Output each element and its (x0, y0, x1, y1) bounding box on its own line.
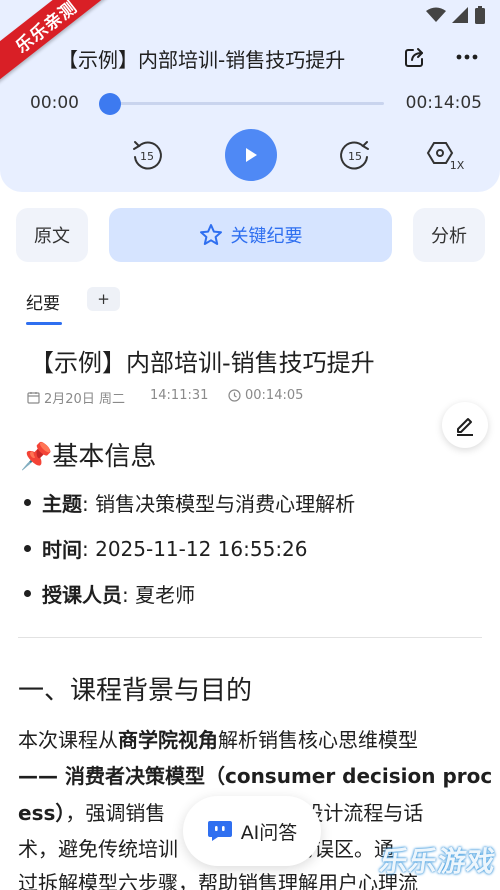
subtab-summary[interactable]: 纪要 (26, 289, 60, 314)
bullet-value: : 销售决策模型与消费心理解析 (82, 492, 356, 516)
total-time: 00:14:05 (405, 93, 482, 113)
divider (18, 637, 482, 638)
text-run-bold: ess） (18, 801, 66, 825)
text-run-bold: —— (18, 764, 65, 788)
tab-original[interactable]: 原文 (16, 208, 88, 262)
svg-text:1X: 1X (450, 159, 465, 172)
document-title: 【示例】内部培训-销售技巧提升 (30, 349, 375, 377)
tab-original-label: 原文 (34, 226, 70, 247)
tab-key-summary-label: 关键纪要 (230, 226, 303, 247)
share-icon (405, 48, 423, 67)
tab-analysis-label: 分析 (431, 226, 467, 247)
calendar-icon (27, 392, 40, 404)
page-title: 【示例】内部培训-销售技巧提升 (58, 48, 346, 72)
rewind-15-icon: 15 (133, 141, 162, 170)
meta-date-text: 2月20日 周二 (44, 392, 125, 407)
forward-button[interactable]: 15 (336, 136, 374, 174)
text-run: 过拆解模型六步骤，帮助销售理解用户心理流 (18, 871, 418, 890)
status-bar (426, 6, 486, 24)
bullet-dot (24, 545, 31, 552)
rewind-button[interactable]: 15 (128, 136, 166, 174)
speed-icon: 1X (426, 142, 465, 172)
share-button[interactable] (400, 42, 430, 72)
bullet-value: : 2025-11-12 16:55:26 (82, 536, 308, 561)
meta-duration: 00:14:05 (228, 388, 303, 403)
list-item: 时间 : 2025-11-12 16:55:26 (24, 534, 308, 563)
elapsed-time: 00:00 (30, 93, 79, 113)
bullet-label: 主题 (42, 492, 82, 516)
list-item: 主题 : 销售决策模型与消费心理解析 (24, 488, 355, 517)
text-run: 解析销售核心思维模型 (218, 728, 418, 752)
progress-thumb[interactable] (99, 93, 121, 115)
ai-qa-button[interactable]: AI问答 (183, 796, 321, 866)
clock-icon (228, 389, 241, 402)
svg-text:15: 15 (140, 150, 154, 163)
paragraph-line: 本次课程从商学院视角解析销售核心思维模型 (18, 724, 418, 753)
star-icon (199, 224, 222, 245)
bullet-value: : 夏老师 (122, 583, 196, 607)
meta-time-text: 14:11:31 (150, 388, 209, 403)
ai-qa-label: AI问答 (240, 821, 298, 844)
text-run: 本次课程从 (18, 728, 118, 752)
forward-15-icon: 15 (340, 141, 369, 170)
text-run-bold: 商学院视角 (118, 728, 218, 752)
bullet-dot (24, 499, 31, 506)
paragraph-line: —— 消费者决策模型（consumer decision proc (18, 760, 492, 789)
bullet-dot (24, 590, 31, 597)
tab-key-summary[interactable]: 关键纪要 (109, 208, 392, 262)
bullet-label: 授课人员 (42, 583, 122, 607)
signal-icon (452, 7, 468, 23)
text-run-bold: 消费者决策模型（consumer decision proc (64, 764, 493, 788)
header-row: 【示例】内部培训-销售技巧提升 (0, 40, 500, 76)
svg-text:15: 15 (348, 150, 362, 163)
battery-icon (475, 6, 485, 24)
player-panel: 【示例】内部培训-销售技巧提升 00:00 00:14:05 15 15 1X (0, 0, 500, 192)
meta-date: 2月20日 周二 (27, 388, 125, 407)
play-icon (246, 148, 257, 162)
text-run: ，强调销售 (65, 801, 166, 825)
tab-analysis[interactable]: 分析 (413, 208, 485, 262)
edit-button[interactable] (442, 402, 488, 448)
more-icon (456, 54, 478, 60)
playback-speed-button[interactable]: 1X (426, 138, 466, 174)
meta-duration-text: 00:14:05 (245, 388, 304, 403)
play-button[interactable] (225, 129, 277, 181)
more-button[interactable] (452, 42, 482, 72)
paragraph-line: 过拆解模型六步骤，帮助销售理解用户心理流 (18, 867, 418, 890)
subtab-active-indicator (26, 322, 62, 325)
progress-track[interactable] (110, 102, 384, 105)
text-run: 术，避免传统培训 (18, 837, 178, 861)
bullet-label: 时间 (42, 538, 82, 562)
ai-chat-icon (207, 821, 232, 841)
section-heading: 一、课程背景与目的 (18, 676, 253, 706)
list-item: 授课人员 : 夏老师 (24, 579, 195, 608)
basic-info-heading: 📌基本信息 (20, 442, 157, 472)
wifi-icon (426, 7, 446, 22)
add-subtab-button[interactable]: + (87, 287, 120, 311)
pencil-icon (457, 418, 473, 436)
corner-watermark: 乐乐游戏 (377, 845, 499, 878)
meta-time: 14:11:31 (150, 388, 208, 403)
